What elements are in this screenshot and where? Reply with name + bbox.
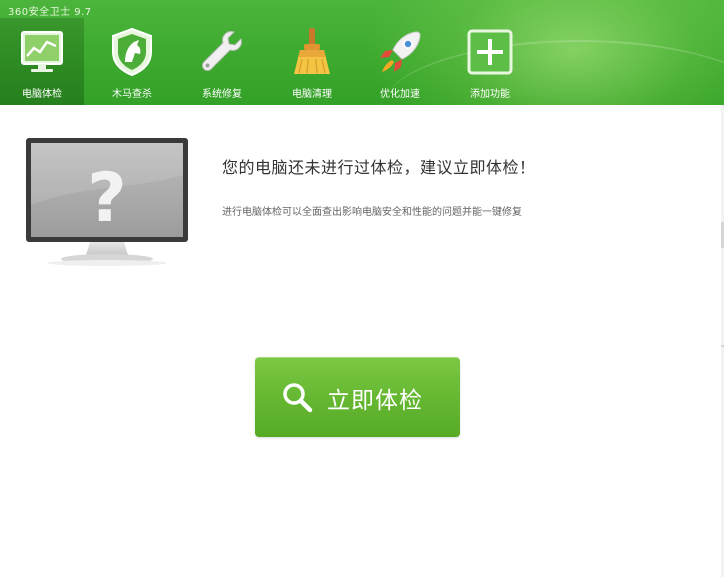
app-window: 360安全卫士 9.7 电脑体检 木马查杀 系统修复 电脑清理 优化加速 添加功… bbox=[0, 0, 724, 577]
nav-item-speedup[interactable]: 优化加速 bbox=[358, 18, 442, 105]
scan-now-button[interactable]: 立即体检 bbox=[255, 357, 460, 437]
nav-label-system-repair: 系统修复 bbox=[202, 89, 242, 100]
plus-icon bbox=[467, 29, 513, 75]
nav-label-trojan-scan: 木马查杀 bbox=[112, 89, 152, 100]
nav-label-pc-cleanup: 电脑清理 bbox=[292, 89, 332, 100]
rocket-icon bbox=[380, 31, 421, 72]
monitor-question-icon: ? bbox=[26, 138, 188, 266]
main-nav: 电脑体检 木马查杀 系统修复 电脑清理 优化加速 添加功能 bbox=[0, 18, 724, 105]
wrench-icon bbox=[202, 31, 242, 71]
svg-text:?: ? bbox=[87, 159, 126, 238]
nav-label-pc-checkup: 电脑体检 bbox=[22, 89, 62, 100]
checkup-description: 进行电脑体检可以全面查出影响电脑安全和性能的问题并能一键修复 bbox=[222, 207, 522, 218]
scan-now-label: 立即体检 bbox=[327, 388, 423, 414]
checkup-headline: 您的电脑还未进行过体检，建议立即体检！ bbox=[222, 158, 536, 177]
window-title: 360安全卫士 9.7 bbox=[8, 7, 92, 18]
nav-label-add-features: 添加功能 bbox=[470, 89, 510, 100]
nav-item-pc-cleanup[interactable]: 电脑清理 bbox=[270, 18, 354, 105]
nav-label-speedup: 优化加速 bbox=[380, 89, 420, 100]
nav-item-add-features[interactable]: 添加功能 bbox=[448, 18, 532, 105]
pc-checkup-icon bbox=[21, 31, 63, 72]
header-bar: 360安全卫士 9.7 电脑体检 木马查杀 系统修复 电脑清理 优化加速 添加功… bbox=[0, 0, 724, 105]
nav-item-system-repair[interactable]: 系统修复 bbox=[180, 18, 264, 105]
nav-item-pc-checkup[interactable]: 电脑体检 bbox=[0, 18, 84, 105]
nav-item-trojan-scan[interactable]: 木马查杀 bbox=[90, 18, 174, 105]
broom-icon bbox=[294, 28, 330, 74]
trojan-shield-icon bbox=[112, 27, 152, 77]
search-icon bbox=[283, 383, 313, 413]
